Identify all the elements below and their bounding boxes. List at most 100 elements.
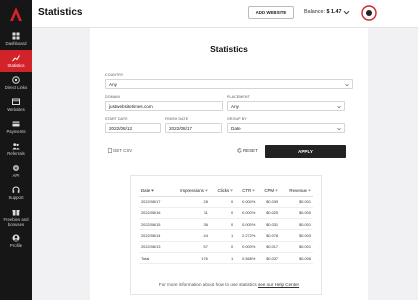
reset-button[interactable]: RESET: [237, 148, 258, 153]
cell-ctr: 2.272%: [235, 229, 258, 242]
cell-total-label: Total: [139, 252, 170, 265]
sort-icon: [252, 189, 256, 192]
top-bar: Statistics ADD WEBSITE Balance: $ 1.47: [32, 0, 418, 28]
sidebar-item-freebies[interactable]: Freebies and bonuses: [0, 204, 32, 230]
cell-date: 2022/08/16: [139, 207, 170, 220]
footnote-text: For more information about how to use st…: [158, 282, 258, 287]
column-header-revenue[interactable]: Revenue: [280, 185, 313, 197]
brand-logo[interactable]: [0, 0, 32, 28]
api-icon: [13, 165, 19, 171]
sort-icon: [230, 189, 234, 192]
avatar[interactable]: [360, 4, 378, 22]
payments-icon: [12, 121, 20, 127]
placement-select[interactable]: Any: [227, 101, 345, 111]
column-header-cpm[interactable]: CPM: [257, 185, 281, 197]
group-by-label: GROUP BY: [227, 117, 247, 121]
table-row: 2022/08/14 44 1 2.272% $0.078 $0.003: [139, 229, 313, 242]
domain-select[interactable]: justwebsitetimes.com: [105, 101, 223, 111]
sidebar-item-payments[interactable]: Payments: [0, 116, 32, 138]
cell-cpm: $0.017: [257, 241, 281, 253]
profile-icon: [12, 234, 20, 242]
get-csv-button[interactable]: GET CSV: [108, 148, 132, 153]
cell-impressions: 28: [169, 196, 210, 208]
cell-cpm: $0.078: [257, 229, 281, 242]
cell-clicks: 1: [209, 252, 236, 265]
gift-icon: [12, 209, 20, 215]
chevron-down-icon: [337, 105, 341, 109]
chevron-down-icon[interactable]: [343, 9, 350, 16]
column-header-date[interactable]: Date: [139, 185, 170, 197]
sort-icon: [308, 189, 311, 192]
reset-label: RESET: [243, 148, 258, 153]
apply-button[interactable]: APPLY: [265, 145, 346, 158]
placement-label: PLACEMENT: [227, 95, 250, 99]
sidebar-item-label-line2: bonuses: [7, 221, 25, 227]
cell-impressions: 36: [169, 218, 210, 231]
cell-date: 2022/08/17: [139, 196, 170, 208]
finish-date-label: FINISH DATE: [165, 117, 189, 121]
brand-logo-icon: [10, 7, 22, 21]
start-date-value: 2022/08/13: [109, 125, 132, 131]
cell-clicks: 0: [209, 241, 236, 253]
sort-desc-icon: [151, 189, 155, 192]
sidebar-item-label: Support: [8, 195, 24, 200]
support-icon: [12, 186, 20, 193]
sidebar-item-websites[interactable]: Websites: [0, 94, 32, 116]
globe-icon: [12, 98, 20, 105]
page-title: Statistics: [38, 7, 83, 18]
country-select[interactable]: Any: [105, 79, 353, 89]
sidebar: Dashboard Statistics Direct Links Websit…: [0, 0, 32, 300]
balance-label: Balance:: [304, 9, 325, 15]
sidebar-item-direct-links[interactable]: Direct Links: [0, 72, 32, 94]
balance-value: $ 1.47: [326, 9, 342, 15]
sidebar-item-label: Dashboard: [5, 41, 27, 46]
chevron-down-icon: [345, 83, 349, 87]
statistics-heading: Statistics: [210, 44, 248, 54]
cell-cpm: $0.037: [257, 252, 281, 265]
add-website-button[interactable]: ADD WEBSITE: [248, 6, 294, 19]
placement-value: Any: [231, 103, 239, 109]
help-footnote: For more information about how to use st…: [90, 282, 368, 287]
column-header-clicks[interactable]: Clicks: [209, 185, 236, 197]
table-total-row: Total 176 1 0.568% $0.037 $0.006: [139, 252, 313, 265]
country-value: Any: [109, 81, 117, 87]
sidebar-item-label: Direct Links: [4, 85, 28, 90]
sidebar-item-dashboard[interactable]: Dashboard: [0, 28, 32, 50]
direct-link-icon: [12, 76, 20, 84]
cell-ctr: 0.000%: [235, 241, 258, 253]
sort-icon: [204, 189, 208, 192]
column-header-ctr[interactable]: CTR: [235, 185, 258, 197]
start-date-input[interactable]: 2022/08/13: [105, 123, 161, 133]
cell-clicks: 0: [209, 196, 236, 208]
help-center-link[interactable]: see our Help Center: [258, 282, 299, 287]
sidebar-item-label: Profile: [9, 243, 23, 248]
table-row: 2022/08/17 28 0 0.000% $0.039 $0.001: [139, 196, 313, 208]
cell-revenue: $0.003: [280, 229, 313, 242]
statistics-table: Date Impressions Clicks CTR CPM Revenue …: [139, 185, 313, 265]
sidebar-item-support[interactable]: Support: [0, 182, 32, 204]
finish-date-input[interactable]: 2022/08/17: [165, 123, 222, 133]
dashboard-icon: [12, 32, 20, 40]
table-row: 2022/08/13 57 0 0.000% $0.017 $0.001: [139, 241, 313, 253]
sidebar-item-profile[interactable]: Profile: [0, 230, 32, 252]
cell-cpm: $0.025: [257, 207, 281, 220]
cell-ctr: 0.568%: [235, 252, 258, 265]
cell-clicks: 1: [209, 229, 236, 242]
cell-cpm: $0.039: [257, 196, 281, 208]
reset-icon: [237, 148, 242, 153]
cell-revenue: $0.006: [280, 252, 313, 265]
cell-date: 2022/08/15: [139, 218, 170, 231]
sidebar-item-api[interactable]: API: [0, 160, 32, 182]
chart-line-icon: [12, 55, 20, 62]
cell-date: 2022/08/13: [139, 241, 170, 253]
group-by-select[interactable]: Date: [227, 123, 345, 133]
sidebar-item-label: API: [12, 173, 20, 178]
column-header-impressions[interactable]: Impressions: [169, 185, 210, 197]
cell-impressions: 176: [169, 252, 210, 265]
get-csv-label: GET CSV: [113, 148, 133, 153]
sidebar-item-referrals[interactable]: Referrals: [0, 138, 32, 160]
cell-revenue: $0.001: [280, 218, 313, 231]
sidebar-item-statistics[interactable]: Statistics: [0, 50, 32, 72]
statistics-panel: Statistics COUNTRY Any DOMAIN justwebsit…: [90, 28, 368, 300]
table-header-row: Date Impressions Clicks CTR CPM Revenue: [139, 185, 313, 197]
